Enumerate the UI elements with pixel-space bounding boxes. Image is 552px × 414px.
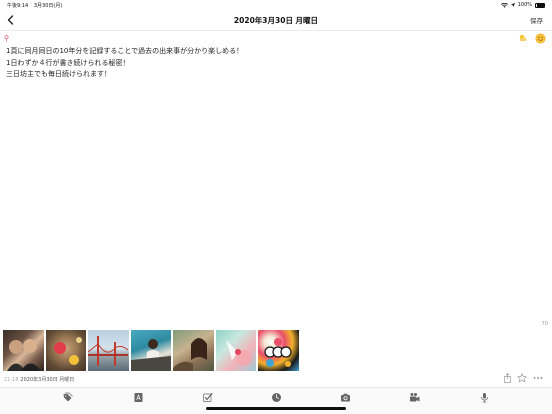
battery-percent: 100%	[517, 2, 532, 8]
status-left: 午後9:14 3月30日(月)	[7, 2, 66, 9]
entry-body[interactable]: 1頁に同月同日の10年分を記録することで過去の出来事が分かり楽しめる！ 1日わず…	[6, 46, 243, 81]
weather-icon[interactable]	[518, 34, 528, 42]
text-format-icon[interactable]	[133, 392, 144, 403]
entry-time: 21:18	[4, 377, 19, 383]
entry-line: 1日わずか４行が書き続けられる秘密！	[6, 58, 130, 67]
share-icon[interactable]	[503, 373, 512, 383]
wifi-icon	[500, 2, 508, 8]
tag-icon[interactable]	[62, 392, 73, 403]
location-arrow-icon	[510, 3, 515, 7]
mood-smiley-icon[interactable]	[535, 33, 546, 44]
photo-thumbnail[interactable]	[45, 330, 86, 371]
battery-icon	[535, 2, 545, 8]
home-indicator[interactable]	[206, 407, 346, 410]
status-bar: 午後9:14 3月30日(月) 100%	[0, 0, 552, 10]
location-pin-icon[interactable]	[4, 35, 9, 42]
checkbox-icon[interactable]	[202, 392, 213, 403]
camera-icon[interactable]	[340, 392, 351, 403]
entry-datetime: 21:18 2020年3月30日 月曜日	[4, 376, 74, 383]
clock-icon[interactable]	[271, 392, 282, 403]
star-icon[interactable]	[517, 373, 527, 383]
status-date: 3月30日(月)	[33, 3, 63, 9]
entry-date: 2020年3月30日 月曜日	[20, 377, 75, 383]
more-options-icon[interactable]	[533, 376, 543, 380]
video-camera-icon[interactable]	[409, 392, 420, 403]
photo-thumbnail[interactable]	[215, 330, 256, 371]
status-right: 100%	[500, 2, 545, 8]
status-time: 午後9:14	[7, 3, 29, 9]
photo-thumbnail[interactable]	[88, 330, 129, 371]
microphone-icon[interactable]	[479, 392, 490, 403]
character-count: 70	[541, 321, 548, 327]
photo-thumbnail[interactable]	[258, 330, 299, 371]
photo-thumbnail[interactable]	[130, 330, 171, 371]
entry-line: 1頁に同月同日の10年分を記録することで過去の出来事が分かり楽しめる！	[6, 47, 244, 55]
photo-thumbnail[interactable]	[3, 330, 44, 371]
photo-strip	[3, 330, 299, 371]
entry-line: 三日坊主でも毎日続けられます！	[6, 70, 111, 78]
save-button[interactable]: 保存	[530, 15, 543, 25]
photo-thumbnail[interactable]	[173, 330, 214, 371]
header: 2020年3月30日 月曜日 保存	[0, 10, 552, 31]
page-title: 2020年3月30日 月曜日	[233, 16, 319, 25]
